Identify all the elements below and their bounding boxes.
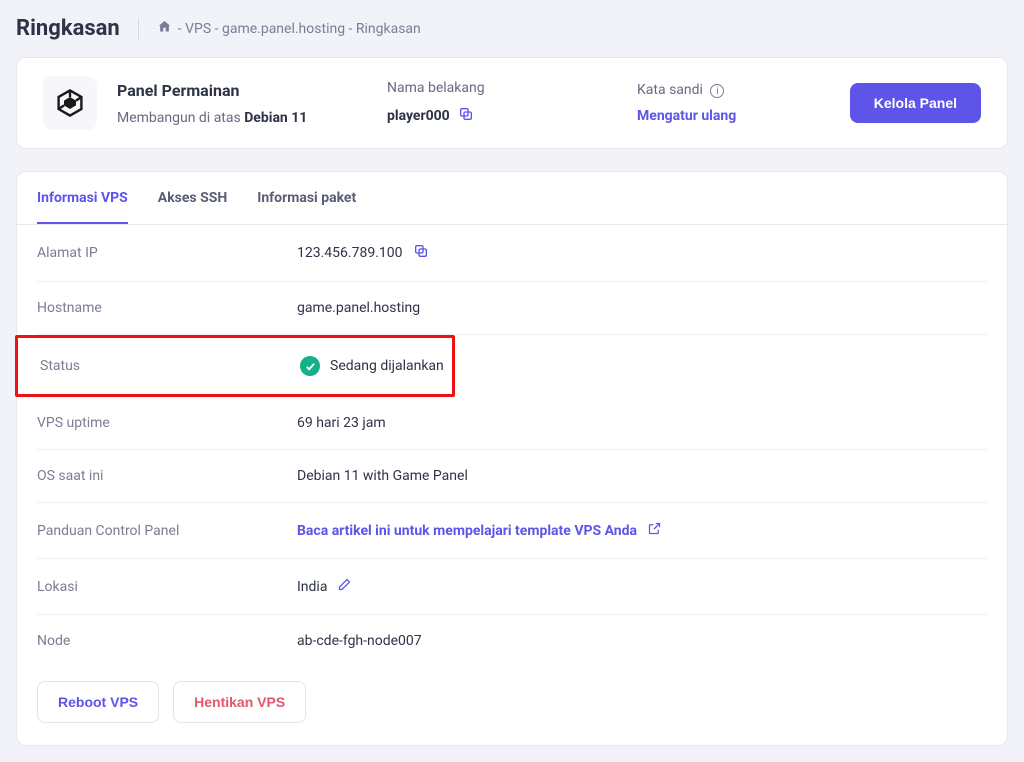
pencil-icon[interactable] — [337, 577, 352, 596]
guide-link[interactable]: Baca artikel ini untuk mempelajari templ… — [297, 523, 637, 539]
row-node: Node ab-cde-fgh-node007 — [37, 615, 987, 667]
hostname-value: game.panel.hosting — [297, 300, 420, 316]
ip-value: 123.456.789.100 — [297, 245, 403, 261]
copy-icon[interactable] — [458, 106, 474, 126]
check-circle-icon — [300, 356, 320, 376]
vps-detail-card: Informasi VPS Akses SSH Informasi paket … — [16, 171, 1008, 746]
lastname-value: player000 — [387, 108, 450, 124]
page-title: Ringkasan — [16, 16, 120, 41]
action-buttons: Reboot VPS Hentikan VPS — [17, 667, 1007, 745]
guide-label: Panduan Control Panel — [37, 523, 297, 539]
panel-logo — [43, 76, 97, 130]
ip-label: Alamat IP — [37, 245, 297, 261]
panel-summary-card: Panel Permainan Membangun di atas Debian… — [16, 57, 1008, 149]
row-status: Status Sedang dijalankan — [15, 335, 455, 397]
home-icon[interactable] — [157, 19, 172, 38]
info-icon[interactable]: i — [710, 84, 724, 98]
status-value: Sedang dijalankan — [330, 358, 444, 374]
uptime-label: VPS uptime — [37, 415, 297, 431]
row-guide: Panduan Control Panel Baca artikel ini u… — [37, 503, 987, 559]
os-label: OS saat ini — [37, 468, 297, 484]
breadcrumb[interactable]: - VPS - game.panel.hosting - Ringkasan — [157, 19, 421, 38]
location-label: Lokasi — [37, 579, 297, 595]
manage-panel-button[interactable]: Kelola Panel — [850, 83, 981, 123]
reboot-button[interactable]: Reboot VPS — [37, 681, 159, 723]
status-label: Status — [40, 358, 300, 374]
location-value: India — [297, 579, 327, 595]
tab-vps-info[interactable]: Informasi VPS — [37, 172, 128, 224]
node-label: Node — [37, 633, 297, 649]
panel-built-on: Membangun di atas Debian 11 — [117, 110, 327, 126]
uptime-value: 69 hari 23 jam — [297, 415, 386, 431]
breadcrumb-text: - VPS - game.panel.hosting - Ringkasan — [178, 21, 421, 37]
page-header: Ringkasan - VPS - game.panel.hosting - R… — [16, 16, 1008, 41]
reset-password-link[interactable]: Mengatur ulang — [637, 108, 736, 124]
node-value: ab-cde-fgh-node007 — [297, 633, 422, 649]
tabs: Informasi VPS Akses SSH Informasi paket — [17, 172, 1007, 225]
row-hostname: Hostname game.panel.hosting — [37, 282, 987, 335]
password-label: Kata sandi i — [637, 82, 736, 99]
panel-name: Panel Permainan — [117, 81, 327, 100]
tab-package-info[interactable]: Informasi paket — [257, 172, 356, 224]
row-ip: Alamat IP 123.456.789.100 — [37, 225, 987, 282]
row-uptime: VPS uptime 69 hari 23 jam — [37, 397, 987, 450]
stop-button[interactable]: Hentikan VPS — [173, 681, 306, 723]
hostname-label: Hostname — [37, 300, 297, 316]
os-value: Debian 11 with Game Panel — [297, 468, 468, 484]
external-link-icon[interactable] — [647, 521, 662, 540]
copy-icon[interactable] — [413, 243, 429, 263]
separator — [138, 18, 139, 40]
lastname-label: Nama belakang — [387, 80, 577, 96]
row-location: Lokasi India — [37, 559, 987, 615]
row-os: OS saat ini Debian 11 with Game Panel — [37, 450, 987, 503]
tab-ssh-access[interactable]: Akses SSH — [158, 172, 227, 224]
